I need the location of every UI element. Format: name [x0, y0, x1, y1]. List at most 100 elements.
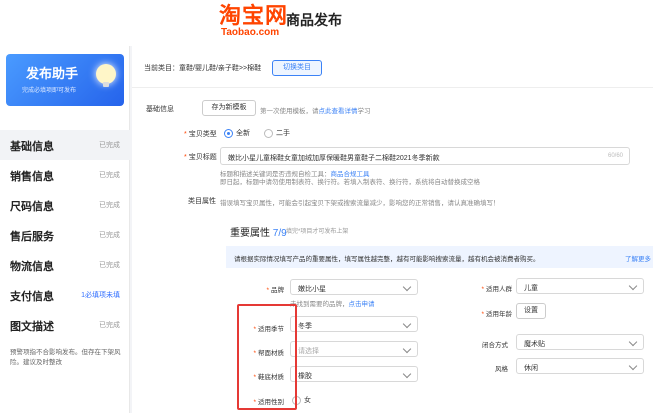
status-badge: 已完成	[99, 262, 120, 269]
label-text: 适用人群	[486, 286, 512, 293]
sidebar: 发布助手 完成必填项即可发布 基础信息 已完成 销售信息 已完成 尺码信息 已完…	[0, 46, 130, 413]
brand-select[interactable]: 嫩比小星	[290, 279, 418, 295]
switch-category-button[interactable]: 切换类目	[272, 60, 322, 76]
sidebar-item-sales-info[interactable]: 销售信息 已完成	[0, 160, 130, 190]
important-attributes-title: 重要属性 7/9	[230, 224, 287, 239]
top-header: 淘宝网 Taobao.com 商品发布	[0, 0, 653, 46]
label-text: 适用年龄	[486, 311, 512, 318]
sidebar-item-logistics[interactable]: 物流信息 已完成	[0, 250, 130, 280]
crowd-label: * 适用人群	[481, 286, 512, 293]
closure-select[interactable]: 魔术贴	[516, 334, 644, 350]
category-bar: 当前类目：童鞋/婴儿鞋/亲子鞋>>棉鞋 切换类目	[132, 46, 653, 88]
sidebar-item-label: 销售信息	[10, 171, 54, 183]
warning-note: 预警项指不合影响发布。但存在下架风险。建议及时整改	[10, 349, 121, 366]
important-note: 填完*项目才可发布上架	[286, 229, 349, 235]
basic-info-label: 基础信息	[146, 106, 174, 113]
radio-unchecked-icon[interactable]	[264, 128, 273, 138]
save-template-button[interactable]: 存为新模板	[202, 100, 256, 116]
logo-text-cn: 淘宝网	[219, 3, 289, 28]
hint-text: 未找到需要的品牌，	[290, 301, 349, 308]
taobao-logo[interactable]: 淘宝网 Taobao.com	[219, 4, 288, 38]
highlight-annotation-box	[237, 304, 297, 410]
char-count: 60/60	[607, 153, 623, 159]
status-badge: 已完成	[99, 202, 120, 209]
sidebar-item-payment[interactable]: 支付信息 1必填项未填	[0, 280, 130, 310]
main-form: 当前类目：童鞋/婴儿鞋/亲子鞋>>棉鞋 切换类目 基础信息 存为新模板 第一次使…	[132, 46, 653, 413]
sole-material-select[interactable]: 橡胶	[290, 366, 418, 382]
closure-value: 魔术贴	[524, 341, 545, 348]
item-title-label: * 宝贝标题	[184, 154, 217, 161]
attr-warning-hint: 错误填写宝贝属性，可能会引起宝贝下架或搜索流量减少，影响您的正常销售，请认真准确…	[220, 200, 500, 207]
status-badge: 已完成	[99, 142, 120, 149]
sidebar-item-label: 支付信息	[10, 291, 54, 303]
section-label: 重要属性	[230, 228, 270, 239]
label-text: 宝贝标题	[188, 154, 217, 161]
logo-text-en: Taobao.com	[221, 27, 280, 38]
chevron-down-icon	[402, 282, 412, 292]
chevron-down-icon	[628, 337, 638, 347]
learn-more-link[interactable]: 了解更多	[625, 253, 651, 263]
sidebar-item-description[interactable]: 图文描述 已完成	[0, 310, 130, 340]
publish-helper-card: 发布助手 完成必填项即可发布	[6, 54, 124, 106]
notice-text: 请根据实际情况填写产品的重要属性，填写属性越完整，越有可能影响搜索流量，越有机会…	[234, 256, 540, 263]
chevron-down-icon	[402, 319, 412, 329]
page-title: 商品发布	[286, 12, 342, 28]
sole-value: 橡胶	[298, 373, 312, 380]
sidebar-item-basic-info[interactable]: 基础信息 已完成	[0, 130, 130, 160]
chevron-down-icon	[628, 361, 638, 371]
label-text: 品牌	[271, 287, 284, 294]
season-select[interactable]: 冬季	[290, 316, 418, 332]
helper-title: 发布助手	[26, 66, 79, 81]
style-select[interactable]: 休闲	[516, 358, 644, 374]
status-badge: 已完成	[99, 172, 120, 179]
style-value: 休闲	[524, 365, 538, 372]
current-category: 当前类目：童鞋/婴儿鞋/亲子鞋>>棉鞋	[144, 65, 262, 72]
crowd-value: 儿童	[524, 285, 538, 292]
attr-count: 7/9	[272, 228, 287, 239]
hint-text: 第一次使用模板，请	[260, 108, 319, 115]
sidebar-item-label: 尺码信息	[10, 201, 54, 213]
option-label: 女	[304, 397, 311, 404]
label-text: 宝贝类型	[188, 131, 217, 138]
crowd-select[interactable]: 儿童	[516, 278, 644, 294]
brand-hint: 未找到需要的品牌，点击申请	[290, 298, 375, 308]
sidebar-item-after-sales[interactable]: 售后服务 已完成	[0, 220, 130, 250]
title-format-hint: 即日起，标题中请勿使用制表符、换行符。若填入制表符、换行符，系统将自动替换成空格	[220, 179, 480, 186]
sidebar-item-label: 物流信息	[10, 261, 54, 273]
age-label: * 适用年龄	[481, 311, 512, 318]
hint-text: 学习	[357, 108, 371, 115]
helper-subtitle: 完成必填项即可发布	[22, 88, 77, 94]
attributes-notice: 请根据实际情况填写产品的重要属性，填写属性越完整，越有可能影响搜索流量，越有机会…	[226, 246, 653, 268]
option-label: 全新	[236, 130, 250, 137]
upper-material-select[interactable]: 请选择	[290, 341, 418, 357]
sidebar-item-label: 图文描述	[10, 321, 54, 333]
type-option-new[interactable]: 全新	[224, 128, 250, 138]
type-option-used[interactable]: 二手	[264, 128, 290, 138]
sidebar-item-size-info[interactable]: 尺码信息 已完成	[0, 190, 130, 220]
item-type-label: * 宝贝类型	[184, 131, 217, 138]
item-title-input[interactable]: 嫩比小星儿童棉鞋女童加绒加厚保暖鞋男童鞋子二棉鞋2021冬季新款 60/60	[220, 147, 630, 165]
sidebar-item-label: 基础信息	[10, 141, 54, 153]
template-detail-link[interactable]: 点此查看详情	[319, 108, 358, 115]
status-badge: 已完成	[99, 322, 120, 329]
upper-placeholder: 请选择	[298, 348, 319, 355]
status-badge: 已完成	[99, 232, 120, 239]
chevron-down-icon	[402, 369, 412, 379]
option-label: 二手	[276, 130, 290, 137]
chevron-down-icon	[628, 281, 638, 291]
closure-label: 闭合方式	[482, 342, 508, 349]
title-value: 嫩比小星儿童棉鞋女童加绒加厚保暖鞋男童鞋子二棉鞋2021冬季新款	[228, 155, 440, 162]
brand-value: 嫩比小星	[298, 286, 326, 293]
status-badge: 1必填项未填	[81, 292, 120, 299]
template-hint: 第一次使用模板，请点此查看详情学习	[260, 105, 371, 115]
sidebar-item-label: 售后服务	[10, 231, 54, 243]
radio-checked-icon[interactable]	[224, 128, 233, 138]
brand-label: * 品牌	[266, 287, 284, 294]
age-settings-button[interactable]: 设置	[516, 303, 546, 319]
apply-brand-link[interactable]: 点击申请	[349, 301, 375, 308]
chevron-down-icon	[402, 344, 412, 354]
category-attr-label: 类目属性	[188, 198, 216, 205]
season-value: 冬季	[298, 323, 312, 330]
style-label: 风格	[495, 366, 508, 373]
lightbulb-icon	[96, 64, 116, 87]
